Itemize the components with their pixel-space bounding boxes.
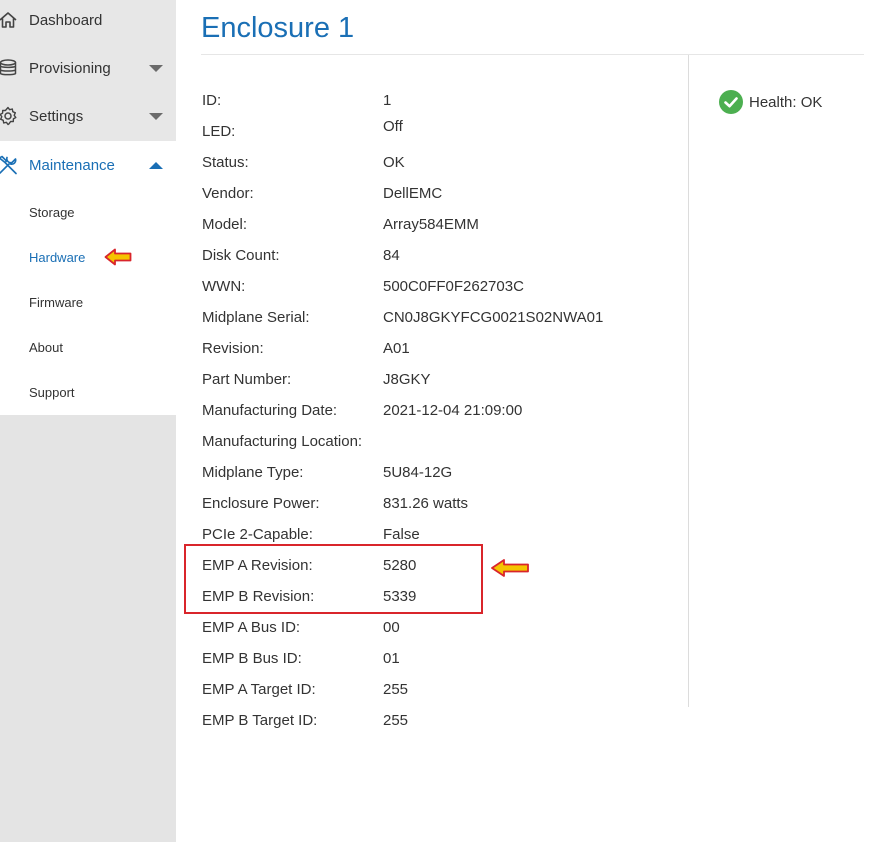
chevron-down-icon[interactable] <box>149 64 163 72</box>
detail-value: 831.26 watts <box>383 495 469 512</box>
detail-value: 00 <box>383 619 400 636</box>
page-title: Enclosure 1 <box>201 12 355 44</box>
sidebar-item-label: Maintenance <box>29 156 115 174</box>
detail-row-status: Status: OK <box>202 154 682 178</box>
chevron-down-icon[interactable] <box>149 112 163 120</box>
sidebar-subitem-hardware[interactable]: Hardware <box>29 250 85 265</box>
detail-row-manufacturing-date: Manufacturing Date: 2021-12-04 21:09:00 <box>202 402 682 426</box>
sidebar: Dashboard Provisioning Settings Maintena… <box>0 0 176 842</box>
emp-revision-highlight <box>184 544 483 614</box>
detail-key: Midplane Type: <box>202 464 304 481</box>
detail-key: Part Number: <box>202 371 292 388</box>
wrench-screwdriver-icon <box>0 154 19 176</box>
detail-key: EMP B Target ID: <box>202 712 318 729</box>
database-icon <box>0 57 19 79</box>
detail-key: Manufacturing Date: <box>202 402 338 419</box>
detail-value: A01 <box>383 340 410 357</box>
detail-key: Disk Count: <box>202 247 280 264</box>
detail-value: 255 <box>383 681 409 698</box>
detail-key: WWN: <box>202 278 246 295</box>
sidebar-subitem-about[interactable]: About <box>29 340 63 355</box>
detail-row-enclosure-power: Enclosure Power: 831.26 watts <box>202 495 682 519</box>
detail-row-led: LED: Off <box>202 118 682 147</box>
sidebar-subitem-support[interactable]: Support <box>29 385 75 400</box>
detail-row-midplane-serial: Midplane Serial: CN0J8GKYFCG0021S02NWA01 <box>202 309 682 333</box>
detail-key: EMP A Target ID: <box>202 681 316 698</box>
sidebar-item-settings[interactable]: Settings <box>0 92 176 140</box>
sidebar-item-label: Settings <box>29 107 84 125</box>
detail-value: 5U84-12G <box>383 464 453 481</box>
detail-key: Model: <box>202 216 248 233</box>
sidebar-item-label: Provisioning <box>29 59 111 77</box>
detail-value: Off <box>383 118 403 135</box>
detail-value: 1 <box>383 92 392 109</box>
home-icon <box>0 9 19 31</box>
detail-key: LED: <box>202 123 236 140</box>
detail-key: EMP A Bus ID: <box>202 619 301 636</box>
detail-key: PCIe 2-Capable: <box>202 526 313 543</box>
health-status: Health: OK <box>719 90 822 114</box>
detail-row-emp-b-target-id: EMP B Target ID: 255 <box>202 712 682 736</box>
detail-value: False <box>383 526 420 543</box>
detail-value: J8GKY <box>383 371 431 388</box>
pointer-arrow-icon <box>491 559 529 577</box>
detail-key: Vendor: <box>202 185 254 202</box>
detail-row-revision: Revision: A01 <box>202 340 682 364</box>
sidebar-subitem-firmware[interactable]: Firmware <box>29 295 83 310</box>
detail-key: ID: <box>202 92 222 109</box>
detail-row-emp-b-bus-id: EMP B Bus ID: 01 <box>202 650 682 674</box>
health-label: Health: OK <box>749 93 823 111</box>
column-divider <box>688 55 689 707</box>
detail-row-wwn: WWN: 500C0FF0F262703C <box>202 278 682 302</box>
sidebar-item-provisioning[interactable]: Provisioning <box>0 44 176 92</box>
detail-value: 01 <box>383 650 400 667</box>
detail-value: CN0J8GKYFCG0021S02NWA01 <box>383 309 604 326</box>
detail-value: 2021-12-04 21:09:00 <box>383 402 523 419</box>
detail-key: Manufacturing Location: <box>202 433 363 450</box>
detail-row-disk-count: Disk Count: 84 <box>202 247 682 271</box>
check-circle-icon <box>719 90 743 114</box>
title-divider <box>201 54 864 55</box>
detail-key: Status: <box>202 154 249 171</box>
sidebar-item-label: Dashboard <box>29 11 103 29</box>
detail-value: 500C0FF0F262703C <box>383 278 524 295</box>
detail-value: OK <box>383 154 405 171</box>
detail-key: Revision: <box>202 340 264 357</box>
detail-row-emp-a-bus-id: EMP A Bus ID: 00 <box>202 619 682 643</box>
detail-key: EMP B Bus ID: <box>202 650 302 667</box>
detail-value: Array584EMM <box>383 216 479 233</box>
detail-key: Midplane Serial: <box>202 309 310 326</box>
detail-row-emp-a-target-id: EMP A Target ID: 255 <box>202 681 682 705</box>
detail-value: DellEMC <box>383 185 443 202</box>
pointer-arrow-icon <box>104 248 132 266</box>
detail-value: 255 <box>383 712 409 729</box>
detail-row-manufacturing-location: Manufacturing Location: <box>202 433 682 457</box>
detail-row-midplane-type: Midplane Type: 5U84-12G <box>202 464 682 488</box>
sidebar-item-dashboard[interactable]: Dashboard <box>0 0 176 44</box>
detail-row-id: ID: 1 <box>202 92 682 116</box>
detail-key: Enclosure Power: <box>202 495 320 512</box>
detail-row-part-number: Part Number: J8GKY <box>202 371 682 395</box>
sidebar-subitem-storage[interactable]: Storage <box>29 205 75 220</box>
chevron-up-icon[interactable] <box>149 161 163 169</box>
detail-value: 84 <box>383 247 400 264</box>
detail-row-model: Model: Array584EMM <box>202 216 682 240</box>
detail-row-vendor: Vendor: DellEMC <box>202 185 682 209</box>
gear-icon <box>0 105 19 127</box>
sidebar-item-maintenance[interactable]: Maintenance <box>0 141 176 189</box>
